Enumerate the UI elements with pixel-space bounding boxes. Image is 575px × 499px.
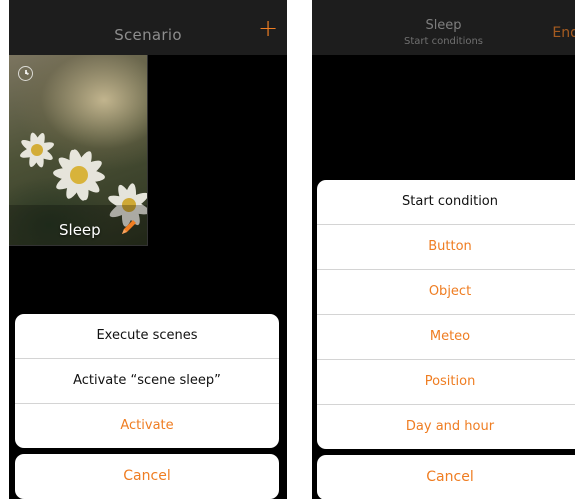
clock-icon: [18, 66, 33, 81]
end-button[interactable]: End: [552, 25, 575, 41]
scenario-screen: Scenario + Sleep Execute scenes Activate…: [9, 0, 287, 499]
navbar: Scenario +: [9, 0, 287, 55]
pencil-icon[interactable]: [119, 217, 139, 237]
activate-button[interactable]: Activate: [15, 404, 279, 448]
start-condition-sheet: Start condition Button Object Meteo Posi…: [317, 180, 575, 449]
page-subtitle: Start conditions: [403, 36, 484, 47]
option-meteo[interactable]: Meteo: [317, 315, 575, 360]
option-day-and-hour[interactable]: Day and hour: [317, 405, 575, 449]
option-position[interactable]: Position: [317, 360, 575, 405]
start-conditions-screen: Sleep Start conditions End Start conditi…: [312, 0, 575, 499]
option-button[interactable]: Button: [317, 225, 575, 270]
cancel-button[interactable]: Cancel: [15, 454, 279, 499]
page-title: Scenario: [114, 26, 182, 44]
option-object[interactable]: Object: [317, 270, 575, 315]
plus-icon[interactable]: +: [257, 16, 279, 40]
sheet-title: Start condition: [317, 180, 575, 225]
scene-name: Sleep: [59, 221, 101, 239]
page-title: Sleep: [425, 18, 462, 33]
sheet-title: Execute scenes: [15, 314, 279, 359]
sheet-message: Activate “scene sleep”: [15, 359, 279, 404]
scene-tile-sleep[interactable]: Sleep: [9, 55, 148, 246]
execute-scenes-sheet: Execute scenes Activate “scene sleep” Ac…: [15, 314, 279, 448]
navbar: Sleep Start conditions End: [312, 0, 575, 55]
cancel-button[interactable]: Cancel: [317, 455, 575, 499]
